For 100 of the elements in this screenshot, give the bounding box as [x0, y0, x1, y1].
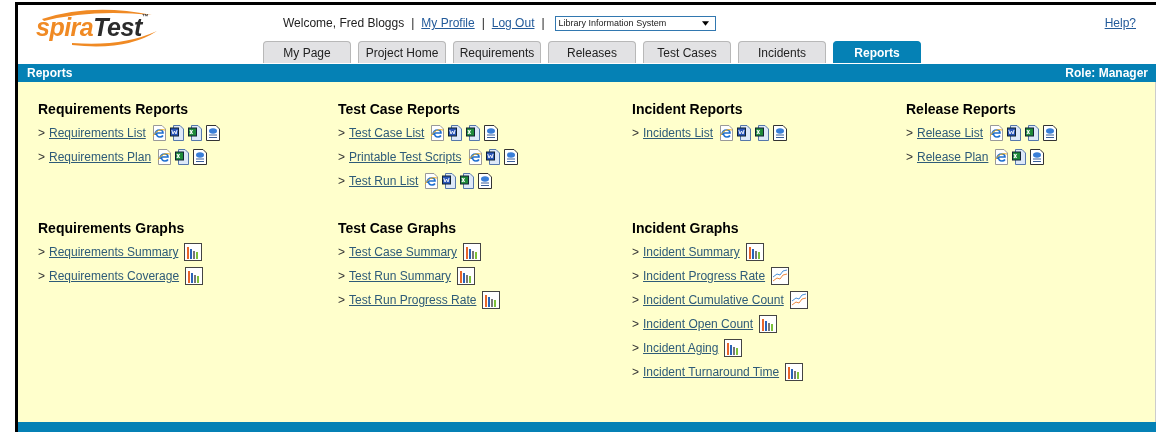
section-heading: Requirements Graphs [38, 220, 186, 236]
bullet-text: > [632, 269, 639, 283]
report-link[interactable]: Incident Summary [643, 245, 740, 259]
web-page-icon[interactable] [430, 125, 445, 141]
page-title: Reports [27, 65, 73, 82]
report-link[interactable]: Test Case Summary [349, 245, 458, 259]
separator-text: | [411, 16, 415, 30]
report-link[interactable]: Requirements List [49, 126, 146, 140]
bar-chart-icon[interactable] [185, 267, 204, 285]
web-document-icon[interactable] [773, 125, 788, 141]
web-document-icon[interactable] [503, 149, 518, 165]
report-link[interactable]: Incident Progress Rate [643, 269, 766, 283]
report-link[interactable]: Test Run List [349, 174, 419, 188]
report-link[interactable]: Requirements Plan [49, 150, 152, 164]
bullet-text: > [38, 150, 45, 164]
bullet-text: > [38, 126, 45, 140]
web-document-icon[interactable] [193, 149, 208, 165]
text-document-icon[interactable] [169, 125, 184, 141]
project-dropdown[interactable]: Library Information System [554, 15, 716, 31]
nav-tab[interactable]: Incidents [738, 41, 826, 63]
report-link[interactable]: Release List [917, 126, 984, 140]
line-chart-icon[interactable] [789, 291, 808, 309]
spreadsheet-icon[interactable] [1025, 125, 1040, 141]
text-document-icon[interactable] [485, 149, 500, 165]
spreadsheet-icon[interactable] [460, 173, 475, 189]
header-link[interactable]: My Profile [421, 16, 475, 30]
bullet-text: > [632, 293, 639, 307]
report-link[interactable]: Incident Cumulative Count [643, 293, 784, 307]
bullet-text: > [38, 245, 45, 259]
bar-chart-icon[interactable] [724, 339, 743, 357]
help-link[interactable]: Help? [1104, 16, 1136, 30]
spreadsheet-icon[interactable] [755, 125, 770, 141]
text-document-icon[interactable] [1007, 125, 1022, 141]
nav-tab[interactable]: Releases [548, 41, 636, 63]
nav-tab[interactable]: Test Cases [643, 41, 731, 63]
line-chart-icon[interactable] [771, 267, 790, 285]
report-link[interactable]: Incident Open Count [643, 317, 754, 331]
section-heading: Requirements Reports [38, 101, 190, 117]
separator-text: | [481, 16, 485, 30]
nav-tab[interactable]: Reports [833, 41, 921, 63]
web-page-icon[interactable] [467, 149, 482, 165]
report-link[interactable]: Requirements Coverage [49, 269, 180, 283]
report-link[interactable]: Incidents List [643, 126, 714, 140]
spreadsheet-icon[interactable] [187, 125, 202, 141]
web-document-icon[interactable] [1030, 149, 1045, 165]
bullet-text: > [338, 245, 345, 259]
text-document-icon[interactable] [448, 125, 463, 141]
header-link[interactable]: Log Out [491, 16, 535, 30]
web-page-icon[interactable] [719, 125, 734, 141]
report-link[interactable]: Incident Turnaround Time [643, 365, 780, 379]
report-link[interactable]: Test Case List [349, 126, 425, 140]
web-document-icon[interactable] [484, 125, 499, 141]
bar-chart-icon[interactable] [745, 243, 764, 261]
text-document-icon[interactable] [737, 125, 752, 141]
bar-chart-icon[interactable] [463, 243, 482, 261]
report-link[interactable]: Incident Aging [643, 341, 719, 355]
spreadsheet-icon[interactable] [466, 125, 481, 141]
report-link[interactable]: Test Run Summary [349, 269, 452, 283]
bullet-text: > [338, 269, 345, 283]
web-document-icon[interactable] [478, 173, 493, 189]
text-document-icon[interactable] [442, 173, 457, 189]
caret-icon [701, 20, 709, 26]
section-heading: Release Reports [906, 101, 1017, 117]
web-document-icon[interactable] [205, 125, 220, 141]
bar-chart-icon[interactable] [184, 243, 203, 261]
bullet-text: > [632, 126, 639, 140]
report-link[interactable]: Requirements Summary [49, 245, 179, 259]
nav-tab[interactable]: Project Home [358, 41, 446, 63]
bar-chart-icon[interactable] [482, 291, 501, 309]
web-page-icon[interactable] [989, 125, 1004, 141]
section-heading: Test Case Graphs [338, 220, 457, 236]
bullet-text: > [906, 150, 913, 164]
web-page-icon[interactable] [424, 173, 439, 189]
bullet-text: > [338, 174, 345, 188]
bar-chart-icon[interactable] [785, 363, 804, 381]
bullet-text: > [632, 245, 639, 259]
bullet-text: > [338, 150, 345, 164]
report-link[interactable]: Release Plan [917, 150, 989, 164]
web-page-icon[interactable] [151, 125, 166, 141]
bullet-text: > [338, 126, 345, 140]
nav-tab[interactable]: My Page [263, 41, 351, 63]
spreadsheet-icon[interactable] [175, 149, 190, 165]
bullet-text: > [632, 317, 639, 331]
spreadsheet-icon[interactable] [1012, 149, 1027, 165]
bullet-text: > [38, 269, 45, 283]
bullet-text: > [338, 293, 345, 307]
web-page-icon[interactable] [994, 149, 1009, 165]
role-text: Role: Manager [1065, 65, 1148, 82]
web-document-icon[interactable] [1043, 125, 1058, 141]
separator-text: | [541, 16, 545, 30]
welcome-text: Welcome, Fred Bloggs [283, 16, 405, 30]
bar-chart-icon[interactable] [759, 315, 778, 333]
bar-chart-icon[interactable] [457, 267, 476, 285]
web-page-icon[interactable] [157, 149, 172, 165]
report-link[interactable]: Printable Test Scripts [349, 150, 462, 164]
section-heading: Test Case Reports [338, 101, 461, 117]
bullet-text: > [632, 365, 639, 379]
report-link[interactable]: Test Run Progress Rate [349, 293, 477, 307]
nav-tab[interactable]: Requirements [453, 41, 541, 63]
section-heading: Incident Reports [632, 101, 744, 117]
